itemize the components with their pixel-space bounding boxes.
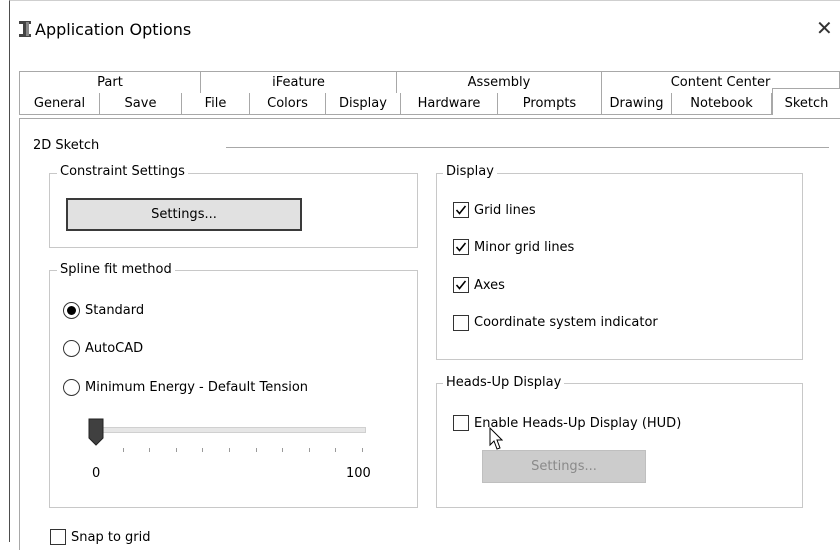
- slider-tick: [229, 448, 230, 452]
- tab-assembly[interactable]: Assembly: [397, 72, 602, 94]
- window-title: Application Options: [35, 20, 192, 39]
- tab-row-bottom: General Save File Colors Display Hardwar…: [19, 88, 840, 115]
- tab-general[interactable]: General: [20, 93, 100, 115]
- slider-tick: [123, 448, 124, 452]
- slider-tick: [282, 448, 283, 452]
- section-divider: [226, 147, 829, 148]
- grid-lines-label: Grid lines: [474, 203, 536, 218]
- close-icon[interactable]: ✕: [816, 16, 833, 40]
- coordinate-system-indicator-label: Coordinate system indicator: [474, 315, 658, 330]
- mouse-cursor-icon: [489, 426, 504, 455]
- radio-autocad-label: AutoCAD: [85, 341, 144, 356]
- slider-tick: [176, 448, 177, 452]
- tab-sketch[interactable]: Sketch: [772, 88, 840, 115]
- inventor-i-icon: [16, 20, 34, 38]
- tab-part[interactable]: Part: [20, 72, 201, 94]
- hud-settings-button[interactable]: Settings...: [482, 450, 646, 483]
- radio-standard-label: Standard: [85, 303, 145, 318]
- tab-drawing[interactable]: Drawing: [602, 93, 672, 115]
- tab-save[interactable]: Save: [100, 93, 182, 115]
- slider-tick: [256, 448, 257, 452]
- tension-slider-track[interactable]: [90, 427, 366, 433]
- tab-hardware[interactable]: Hardware: [401, 93, 498, 115]
- slider-tick: [335, 448, 336, 452]
- radio-autocad[interactable]: [63, 340, 80, 357]
- tab-notebook[interactable]: Notebook: [672, 93, 772, 115]
- tab-prompts[interactable]: Prompts: [498, 93, 602, 115]
- spline-fit-legend: Spline fit method: [57, 262, 175, 278]
- display-legend: Display: [443, 164, 497, 180]
- minor-grid-lines-label: Minor grid lines: [474, 240, 575, 255]
- enable-hud-checkbox[interactable]: [453, 415, 469, 431]
- slider-min-label: 0: [92, 466, 101, 481]
- constraint-settings-legend: Constraint Settings: [57, 164, 188, 180]
- tab-display[interactable]: Display: [326, 93, 401, 115]
- section-2d-sketch-label: 2D Sketch: [33, 138, 100, 153]
- tab-row-top: Part iFeature Assembly Content Center: [19, 71, 840, 94]
- grid-lines-checkbox[interactable]: [453, 202, 469, 218]
- axes-label: Axes: [474, 278, 505, 293]
- slider-max-label: 100: [346, 466, 371, 481]
- radio-minimum-energy-label: Minimum Energy - Default Tension: [85, 380, 309, 395]
- tab-colors[interactable]: Colors: [250, 93, 326, 115]
- tension-slider-thumb[interactable]: [88, 418, 104, 450]
- constraint-settings-button[interactable]: Settings...: [66, 198, 302, 231]
- radio-standard[interactable]: [63, 302, 80, 319]
- slider-tick: [309, 448, 310, 452]
- slider-tick: [202, 448, 203, 452]
- minor-grid-lines-checkbox[interactable]: [453, 239, 469, 255]
- snap-to-grid-checkbox[interactable]: [50, 529, 66, 545]
- coordinate-system-indicator-checkbox[interactable]: [453, 315, 469, 331]
- axes-checkbox[interactable]: [453, 277, 469, 293]
- display-group: [436, 173, 803, 360]
- tab-file[interactable]: File: [182, 93, 250, 115]
- heads-up-display-legend: Heads-Up Display: [443, 375, 565, 391]
- radio-minimum-energy[interactable]: [63, 379, 80, 396]
- snap-to-grid-label: Snap to grid: [71, 530, 151, 545]
- tab-ifeature[interactable]: iFeature: [201, 72, 397, 94]
- slider-tick: [362, 448, 363, 452]
- enable-hud-label: Enable Heads-Up Display (HUD): [474, 416, 682, 431]
- slider-tick: [149, 448, 150, 452]
